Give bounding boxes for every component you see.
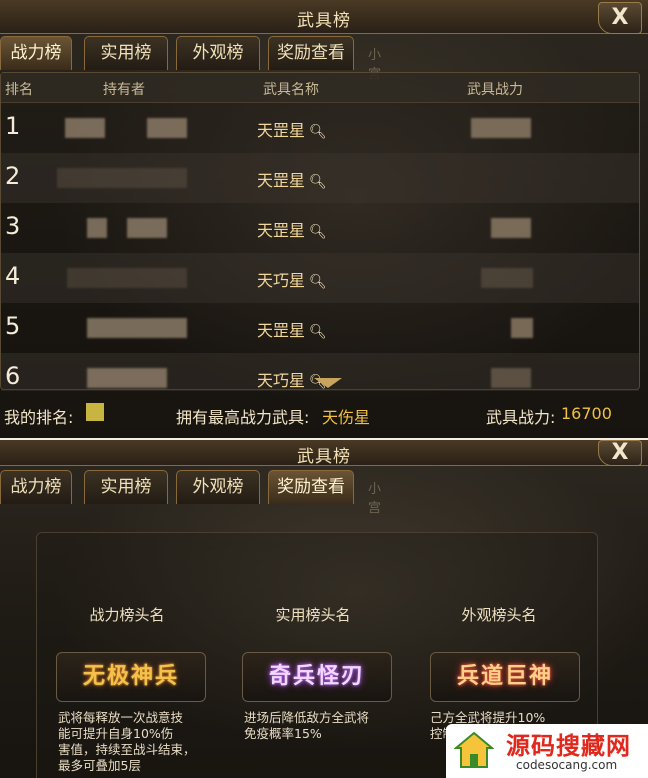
- weapon-name-text: 天罡星: [257, 321, 306, 340]
- header-power: 武具战力: [467, 82, 523, 98]
- weapon-name-text: 天罡星: [257, 171, 306, 190]
- best-weapon-label: 拥有最高战力武具:: [176, 408, 310, 427]
- weapon-name[interactable]: 天罡星 🔍︎: [257, 217, 327, 241]
- weapon-power-label: 武具战力:: [486, 408, 556, 427]
- power-value-blurred: [491, 218, 531, 238]
- table-row[interactable]: 5 天罡星 🔍︎: [1, 303, 639, 353]
- reward-description: 武将每释放一次战意技 能可提升自身10%伤 害值，持续至战斗结束， 最多可叠加5…: [58, 710, 208, 774]
- power-value-blurred: [481, 268, 533, 288]
- desc-line: 能可提升自身10%伤: [58, 726, 174, 741]
- desc-line: 武将每释放一次战意技: [58, 710, 184, 725]
- owner-name-blurred: [57, 168, 187, 188]
- tab-power[interactable]: 战力榜: [0, 36, 72, 70]
- reward-column-title: 实用榜头名: [275, 606, 351, 624]
- owner-name-blurred: [87, 318, 187, 338]
- tab-practical[interactable]: 实用榜: [84, 36, 168, 70]
- rank-number: 3: [5, 212, 21, 240]
- ranking-table: 排名 持有者 武具名称 武具战力 1 天罡星 🔍︎ 2 天罡星 🔍︎ 3 天罡星 🔍︎…: [0, 72, 640, 391]
- reward-description: 进场后降低敌方全武将 免疫概率15%: [244, 710, 394, 742]
- table-row[interactable]: 3 天罡星 🔍︎: [1, 203, 639, 253]
- rank-number: 2: [5, 162, 21, 190]
- tab-appearance[interactable]: 外观榜: [176, 470, 260, 504]
- footer-bar: 我的排名: 拥有最高战力武具: 天伤星 武具战力: 16700: [0, 398, 648, 430]
- rank-number: 1: [5, 112, 21, 140]
- tab-practical[interactable]: 实用榜: [84, 470, 168, 504]
- table-row[interactable]: 4 天巧星 🔍︎: [1, 253, 639, 303]
- owner-name-blurred: [67, 268, 187, 288]
- desc-line: 最多可叠加5层: [58, 758, 141, 773]
- header-owner: 持有者: [103, 82, 145, 98]
- header-weapon: 武具名称: [263, 82, 319, 98]
- title-badge-qibing[interactable]: 奇兵怪刃: [242, 652, 392, 702]
- table-header: 排名 持有者 武具名称 武具战力: [1, 73, 639, 103]
- weapon-name[interactable]: 天罡星 🔍︎: [257, 167, 327, 191]
- owner-name-blurred: [65, 118, 105, 138]
- watermark-url: codesocang.com: [516, 758, 618, 772]
- title-bar: 武具榜 X: [0, 0, 648, 34]
- power-value-blurred: [471, 118, 531, 138]
- window-title: 武具榜: [297, 447, 351, 467]
- close-button[interactable]: X: [598, 2, 642, 34]
- desc-line: 进场后降低敌方全武将: [244, 710, 370, 725]
- title-badge-bingdao[interactable]: 兵道巨神: [430, 652, 580, 702]
- my-rank-badge: [86, 403, 104, 421]
- owner-name-blurred: [87, 368, 167, 388]
- search-icon[interactable]: 🔍︎: [309, 274, 327, 290]
- power-value-blurred: [491, 368, 531, 388]
- weapon-name-text: 天罡星: [257, 221, 306, 240]
- window-title: 武具榜: [297, 11, 351, 31]
- owner-name-blurred: [147, 118, 187, 138]
- watermark-title: 源码搜藏网: [506, 732, 631, 760]
- desc-line: 免疫概率15%: [244, 726, 322, 741]
- weapon-name-text: 天罡星: [257, 121, 306, 140]
- weapon-name[interactable]: 天罡星 🔍︎: [257, 317, 327, 341]
- rank-number: 6: [5, 362, 21, 390]
- ranking-panel: 武具榜 X 战力榜 实用榜 外观榜 奖励查看 小宫 排名 持有者 武具名称 武具…: [0, 0, 648, 438]
- rank-number: 4: [5, 262, 21, 290]
- weapon-power-value: 16700: [561, 404, 612, 423]
- header-rank: 排名: [5, 82, 33, 98]
- tab-deco-text: 小宫: [368, 482, 382, 516]
- weapon-name-text: 天巧星: [257, 371, 306, 390]
- title-bar: 武具榜 X: [0, 440, 648, 467]
- search-icon[interactable]: 🔍︎: [309, 174, 327, 190]
- weapon-name[interactable]: 天巧星 🔍︎: [257, 267, 327, 291]
- tab-rewards[interactable]: 奖励查看: [268, 470, 354, 504]
- owner-name-blurred: [87, 218, 107, 238]
- search-icon[interactable]: 🔍︎: [309, 224, 327, 240]
- best-weapon-value[interactable]: 天伤星: [322, 404, 370, 428]
- tab-power[interactable]: 战力榜: [0, 470, 72, 504]
- power-value-blurred: [511, 318, 533, 338]
- site-watermark: 源码搜藏网 codesocang.com: [446, 724, 648, 778]
- tab-appearance[interactable]: 外观榜: [176, 36, 260, 70]
- weapon-name-text: 天巧星: [257, 271, 306, 290]
- rank-number: 5: [5, 312, 21, 340]
- reward-column-title: 外观榜头名: [461, 606, 537, 624]
- reward-column-title: 战力榜头名: [89, 606, 165, 624]
- search-icon[interactable]: 🔍︎: [309, 324, 327, 340]
- desc-line: 害值，持续至战斗结束，: [58, 742, 196, 757]
- house-logo-icon: [454, 731, 494, 768]
- table-row[interactable]: 2 天罡星 🔍︎: [1, 153, 639, 203]
- title-badge-wuji[interactable]: 无极神兵: [56, 652, 206, 702]
- owner-name-blurred: [127, 218, 167, 238]
- my-rank-label: 我的排名:: [4, 408, 74, 427]
- close-button[interactable]: X: [598, 440, 642, 466]
- scroll-down-arrow-icon[interactable]: [314, 378, 342, 388]
- tab-rewards[interactable]: 奖励查看: [268, 36, 354, 70]
- weapon-name[interactable]: 天罡星 🔍︎: [257, 117, 327, 141]
- search-icon[interactable]: 🔍︎: [309, 124, 327, 140]
- table-row[interactable]: 1 天罡星 🔍︎: [1, 103, 639, 153]
